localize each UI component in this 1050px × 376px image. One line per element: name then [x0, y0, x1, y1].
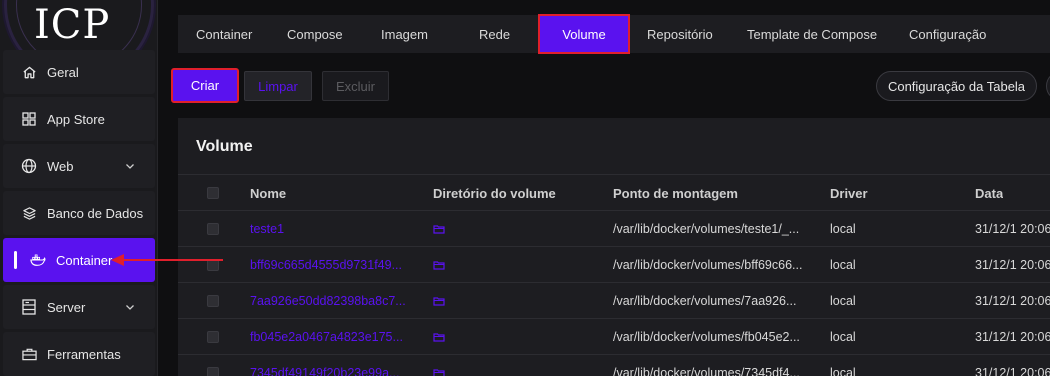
row-checkbox[interactable] — [207, 319, 219, 355]
create-button[interactable]: Criar — [171, 68, 239, 103]
sidebar-item-label: Banco de Dados — [47, 205, 144, 221]
delete-button[interactable]: Excluir — [322, 71, 389, 101]
sidebar-item-label: Container — [56, 252, 113, 268]
volume-name-link[interactable]: fb045e2a0467a4823e175... — [250, 319, 410, 355]
row-checkbox[interactable] — [207, 283, 219, 319]
tab-rede[interactable]: Rede — [479, 15, 539, 53]
date-value: 31/12/1 20:06 — [975, 294, 1050, 308]
mount-point: /var/lib/docker/volumes/bff69c66... — [613, 258, 803, 272]
sidebar-item-ferramentas[interactable]: Ferramentas — [3, 332, 155, 376]
sidebar-item-banco-de-dados[interactable]: Banco de Dados — [3, 191, 155, 235]
column-header-mount: Ponto de montagem — [613, 185, 738, 201]
sidebar-menu: Geral App Store Web Banco de Dados Conta… — [3, 50, 155, 376]
sidebar-item-label: Geral — [47, 64, 79, 80]
date-value: 31/12/1 20:06 — [975, 330, 1050, 344]
volume-name-link[interactable]: 7345df49149f20b23e99a... — [250, 355, 410, 376]
tab-bar: Container Compose Imagem Rede Volume Rep… — [178, 14, 1050, 54]
sidebar-item-label: Ferramentas — [47, 346, 121, 362]
volume-panel: Volume Nome Diretório do volume Ponto de… — [178, 118, 1050, 376]
mount-point: /var/lib/docker/volumes/fb045e2... — [613, 330, 800, 344]
sidebar-item-app-store[interactable]: App Store — [3, 97, 155, 141]
tab-repositorio[interactable]: Repositório — [647, 15, 747, 53]
sidebar-item-web[interactable]: Web — [3, 144, 155, 188]
tab-template-de-compose[interactable]: Template de Compose — [747, 15, 909, 53]
table-config-button[interactable]: Configuração da Tabela — [876, 71, 1037, 101]
logo-text: ICP — [34, 2, 111, 48]
annotation-arrow-icon — [111, 254, 223, 266]
chevron-down-icon — [125, 300, 135, 315]
row-checkbox[interactable] — [207, 355, 219, 376]
folder-icon[interactable] — [433, 247, 445, 283]
docker-icon — [30, 252, 46, 268]
column-header-dir: Diretório do volume — [433, 185, 556, 201]
tab-volume[interactable]: Volume — [538, 14, 630, 54]
tab-container[interactable]: Container — [196, 15, 287, 53]
app-root: ICP Geral App Store Web Banco de Dados C… — [0, 0, 1050, 376]
folder-icon[interactable] — [433, 319, 445, 355]
table-row: bff69c665d4555d9731f49... /var/lib/docke… — [178, 246, 1050, 282]
volume-name-link[interactable]: bff69c665d4555d9731f49... — [250, 247, 410, 283]
tab-imagem[interactable]: Imagem — [381, 15, 479, 53]
refresh-button[interactable] — [1046, 71, 1050, 101]
table-row: 7345df49149f20b23e99a... /var/lib/docker… — [178, 354, 1050, 376]
column-header-date[interactable]: Data — [975, 175, 1003, 211]
sidebar-item-label: App Store — [47, 111, 105, 127]
toolbox-icon — [21, 346, 37, 362]
globe-icon — [21, 158, 37, 174]
date-value: 31/12/1 20:06 — [975, 258, 1050, 272]
driver-value: local — [830, 258, 856, 272]
page-title: Volume — [196, 138, 253, 155]
logo: ICP — [0, 0, 157, 50]
grid-icon — [21, 111, 37, 127]
tab-configuracao[interactable]: Configuração — [909, 15, 1009, 53]
mount-point: /var/lib/docker/volumes/7aa926... — [613, 294, 797, 308]
table-header: Nome Diretório do volume Ponto de montag… — [178, 174, 1050, 210]
sidebar-item-server[interactable]: Server — [3, 285, 155, 329]
home-icon — [21, 64, 37, 80]
column-header-name[interactable]: Nome — [250, 175, 410, 211]
driver-value: local — [830, 330, 856, 344]
database-icon — [21, 205, 37, 221]
date-value: 31/12/1 20:06 — [975, 366, 1050, 376]
table-row: 7aa926e50dd82398ba8c7... /var/lib/docker… — [178, 282, 1050, 318]
volume-table: Nome Diretório do volume Ponto de montag… — [178, 174, 1050, 376]
folder-icon[interactable] — [433, 211, 445, 247]
sidebar: ICP Geral App Store Web Banco de Dados C… — [0, 0, 158, 376]
sidebar-item-label: Server — [47, 299, 86, 315]
folder-icon[interactable] — [433, 355, 445, 376]
row-checkbox[interactable] — [207, 211, 219, 247]
column-header-driver: Driver — [830, 185, 868, 201]
table-row: fb045e2a0467a4823e175... /var/lib/docker… — [178, 318, 1050, 354]
mount-point: /var/lib/docker/volumes/7345df4... — [613, 366, 800, 376]
driver-value: local — [830, 222, 856, 236]
sidebar-item-geral[interactable]: Geral — [3, 50, 155, 94]
folder-icon[interactable] — [433, 283, 445, 319]
server-icon — [21, 299, 37, 315]
driver-value: local — [830, 294, 856, 308]
mount-point: /var/lib/docker/volumes/teste1/_... — [613, 222, 800, 236]
volume-name-link[interactable]: teste1 — [250, 211, 410, 247]
date-value: 31/12/1 20:06 — [975, 222, 1050, 236]
sidebar-item-label: Web — [47, 158, 74, 174]
chevron-down-icon — [125, 159, 135, 174]
table-row: teste1 /var/lib/docker/volumes/teste1/_.… — [178, 210, 1050, 246]
clear-button[interactable]: Limpar — [244, 71, 312, 101]
driver-value: local — [830, 366, 856, 376]
tab-compose[interactable]: Compose — [287, 15, 381, 53]
select-all-checkbox[interactable] — [207, 175, 219, 211]
volume-name-link[interactable]: 7aa926e50dd82398ba8c7... — [250, 283, 410, 319]
